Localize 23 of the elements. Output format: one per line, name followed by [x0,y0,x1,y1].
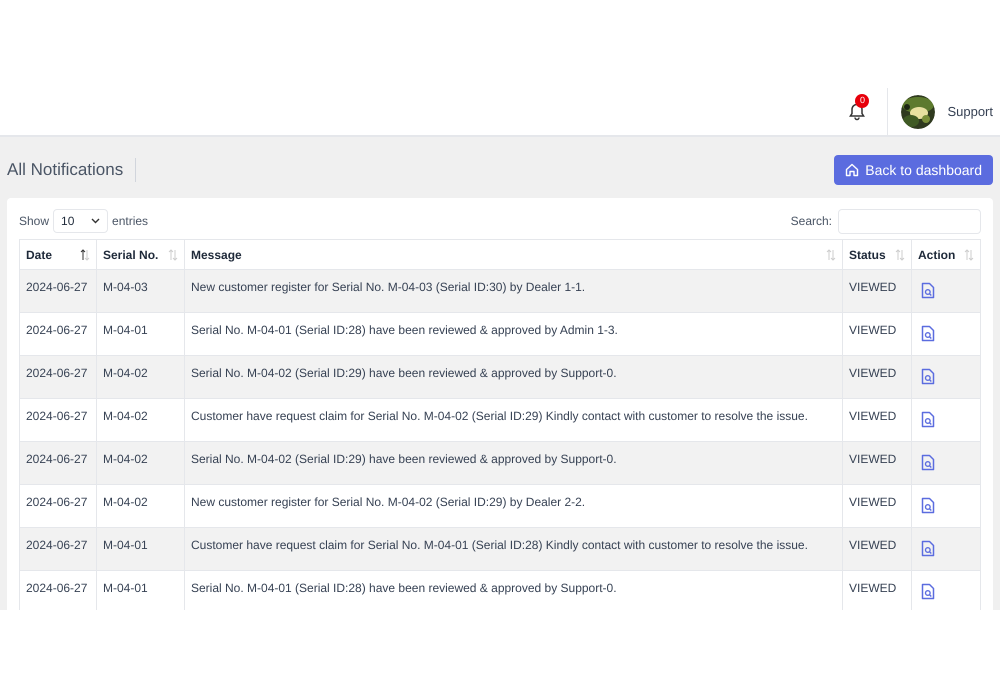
column-header[interactable]: Message [184,240,842,270]
bell-icon[interactable] [849,102,866,120]
view-document-icon[interactable] [921,368,935,385]
page-size-select[interactable]: 10 [53,209,108,233]
view-document-icon[interactable] [921,411,935,428]
view-document-icon[interactable] [921,454,935,471]
search-label: Search: [790,213,832,230]
column-header[interactable]: Date [20,240,96,270]
home-icon [845,163,860,177]
search-field[interactable] [838,208,981,234]
table-cell: 2024-06-27 [20,570,96,610]
user-name[interactable]: Support [947,102,993,122]
show-label: Show [19,213,50,230]
view-document-icon[interactable] [921,540,935,557]
view-document-icon[interactable] [921,583,935,600]
view-document-icon[interactable] [921,282,935,299]
notification-badge: 0 [855,94,870,108]
entries-label: entries [112,213,148,230]
view-document-icon[interactable] [921,497,935,514]
view-document-icon[interactable] [921,325,935,342]
back-to-dashboard-button[interactable]: Back to dashboard [834,155,993,185]
chevron-down-icon [91,218,100,224]
page-title: All Notifications [7,158,136,182]
